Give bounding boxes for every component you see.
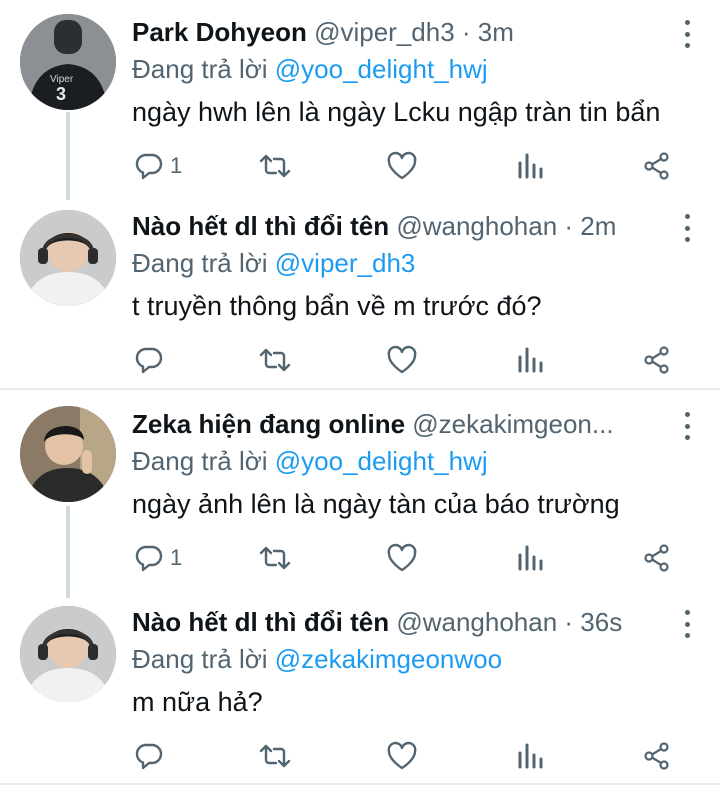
tweet-header: Zeka hiện đang online @zekakimgeon... [132,406,660,442]
analytics-button[interactable] [516,736,546,776]
reply-icon [135,347,163,374]
share-button[interactable] [642,538,672,578]
more-icon[interactable] [680,214,694,242]
handle-time[interactable]: @zekakimgeon... [412,409,613,439]
reply-button[interactable] [134,340,170,380]
handle-time[interactable]: @viper_dh3 · 3m [314,17,514,47]
like-button[interactable] [386,146,418,186]
like-icon [387,741,417,770]
like-icon [387,151,417,180]
share-button[interactable] [642,146,672,186]
retweet-icon [259,744,291,768]
analytics-icon [518,545,543,571]
replying-to-label: Đang trả lời [132,54,275,84]
reply-button[interactable] [134,736,170,776]
analytics-icon [518,153,543,179]
replying-to-label: Đang trả lời [132,248,275,278]
tweet-header: Nào hết dl thì đổi tên @wanghohan · 2m [132,208,660,244]
reply-count: 1 [170,153,183,178]
action-bar [130,736,690,776]
retweet-icon [259,546,291,570]
share-icon [644,346,669,374]
reply-count: 1 [170,545,183,570]
action-bar: 1 [130,538,690,578]
handle-time[interactable]: @wanghohan · 36s [396,607,622,637]
tweet-divider [0,388,720,390]
retweet-button[interactable] [258,538,292,578]
like-button[interactable] [386,538,418,578]
display-name[interactable]: Nào hết dl thì đổi tên [132,211,389,241]
action-bar [130,340,690,380]
display-name[interactable]: Zeka hiện đang online [132,409,405,439]
like-icon [387,345,417,374]
share-icon [644,152,669,180]
reply-icon [135,743,163,770]
mention-link[interactable]: @viper_dh3 [275,248,416,278]
avatar[interactable] [20,606,116,702]
replying-to-label: Đang trả lời [132,644,275,674]
more-icon[interactable] [680,610,694,638]
replying-to: Đang trả lời @yoo_delight_hwj [132,52,488,86]
share-button[interactable] [642,736,672,776]
tweet-text: ngày ảnh lên là ngày tàn của báo trường [132,489,620,519]
reply-icon [135,153,163,180]
action-bar: 1 [130,146,690,186]
analytics-button[interactable] [516,538,546,578]
like-button[interactable] [386,340,418,380]
avatar[interactable] [20,406,116,502]
tweet-header: Park Dohyeon @viper_dh3 · 3m [132,14,660,50]
avatar[interactable]: Viper 3 [20,14,116,110]
thread-connector-line [66,112,70,200]
share-icon [644,742,669,770]
avatar[interactable] [20,210,116,306]
replying-to-label: Đang trả lời [132,446,275,476]
tweet-divider [0,783,720,785]
reply-icon [135,545,163,572]
analytics-icon [518,347,543,373]
share-icon [644,544,669,572]
analytics-button[interactable] [516,340,546,380]
tweet-text: ngày hwh lên là ngày Lcku ngập tràn tin … [132,97,661,127]
share-button[interactable] [642,340,672,380]
mention-link[interactable]: @yoo_delight_hwj [275,54,488,84]
retweet-button[interactable] [258,736,292,776]
reply-button[interactable]: 1 [134,538,182,578]
display-name[interactable]: Park Dohyeon [132,17,307,47]
thread-connector-line [66,506,70,598]
replying-to: Đang trả lời @yoo_delight_hwj [132,444,488,478]
tweet-text: m nữa hả? [132,687,263,717]
reply-button[interactable]: 1 [134,146,182,186]
more-icon[interactable] [680,412,694,440]
tweet-text: t truyền thông bẩn về m trước đó? [132,291,542,321]
like-icon [387,543,417,572]
svg-text:3: 3 [56,84,66,104]
retweet-icon [259,348,291,372]
replying-to: Đang trả lời @zekakimgeonwoo [132,642,502,676]
tweet-header: Nào hết dl thì đổi tên @wanghohan · 36s [132,604,660,640]
display-name[interactable]: Nào hết dl thì đổi tên [132,607,389,637]
handle-time[interactable]: @wanghohan · 2m [396,211,616,241]
retweet-button[interactable] [258,340,292,380]
mention-link[interactable]: @yoo_delight_hwj [275,446,488,476]
like-button[interactable] [386,736,418,776]
mention-link[interactable]: @zekakimgeonwoo [275,644,502,674]
replying-to: Đang trả lời @viper_dh3 [132,246,415,280]
analytics-button[interactable] [516,146,546,186]
retweet-icon [259,154,291,178]
analytics-icon [518,743,543,769]
more-icon[interactable] [680,20,694,48]
retweet-button[interactable] [258,146,292,186]
